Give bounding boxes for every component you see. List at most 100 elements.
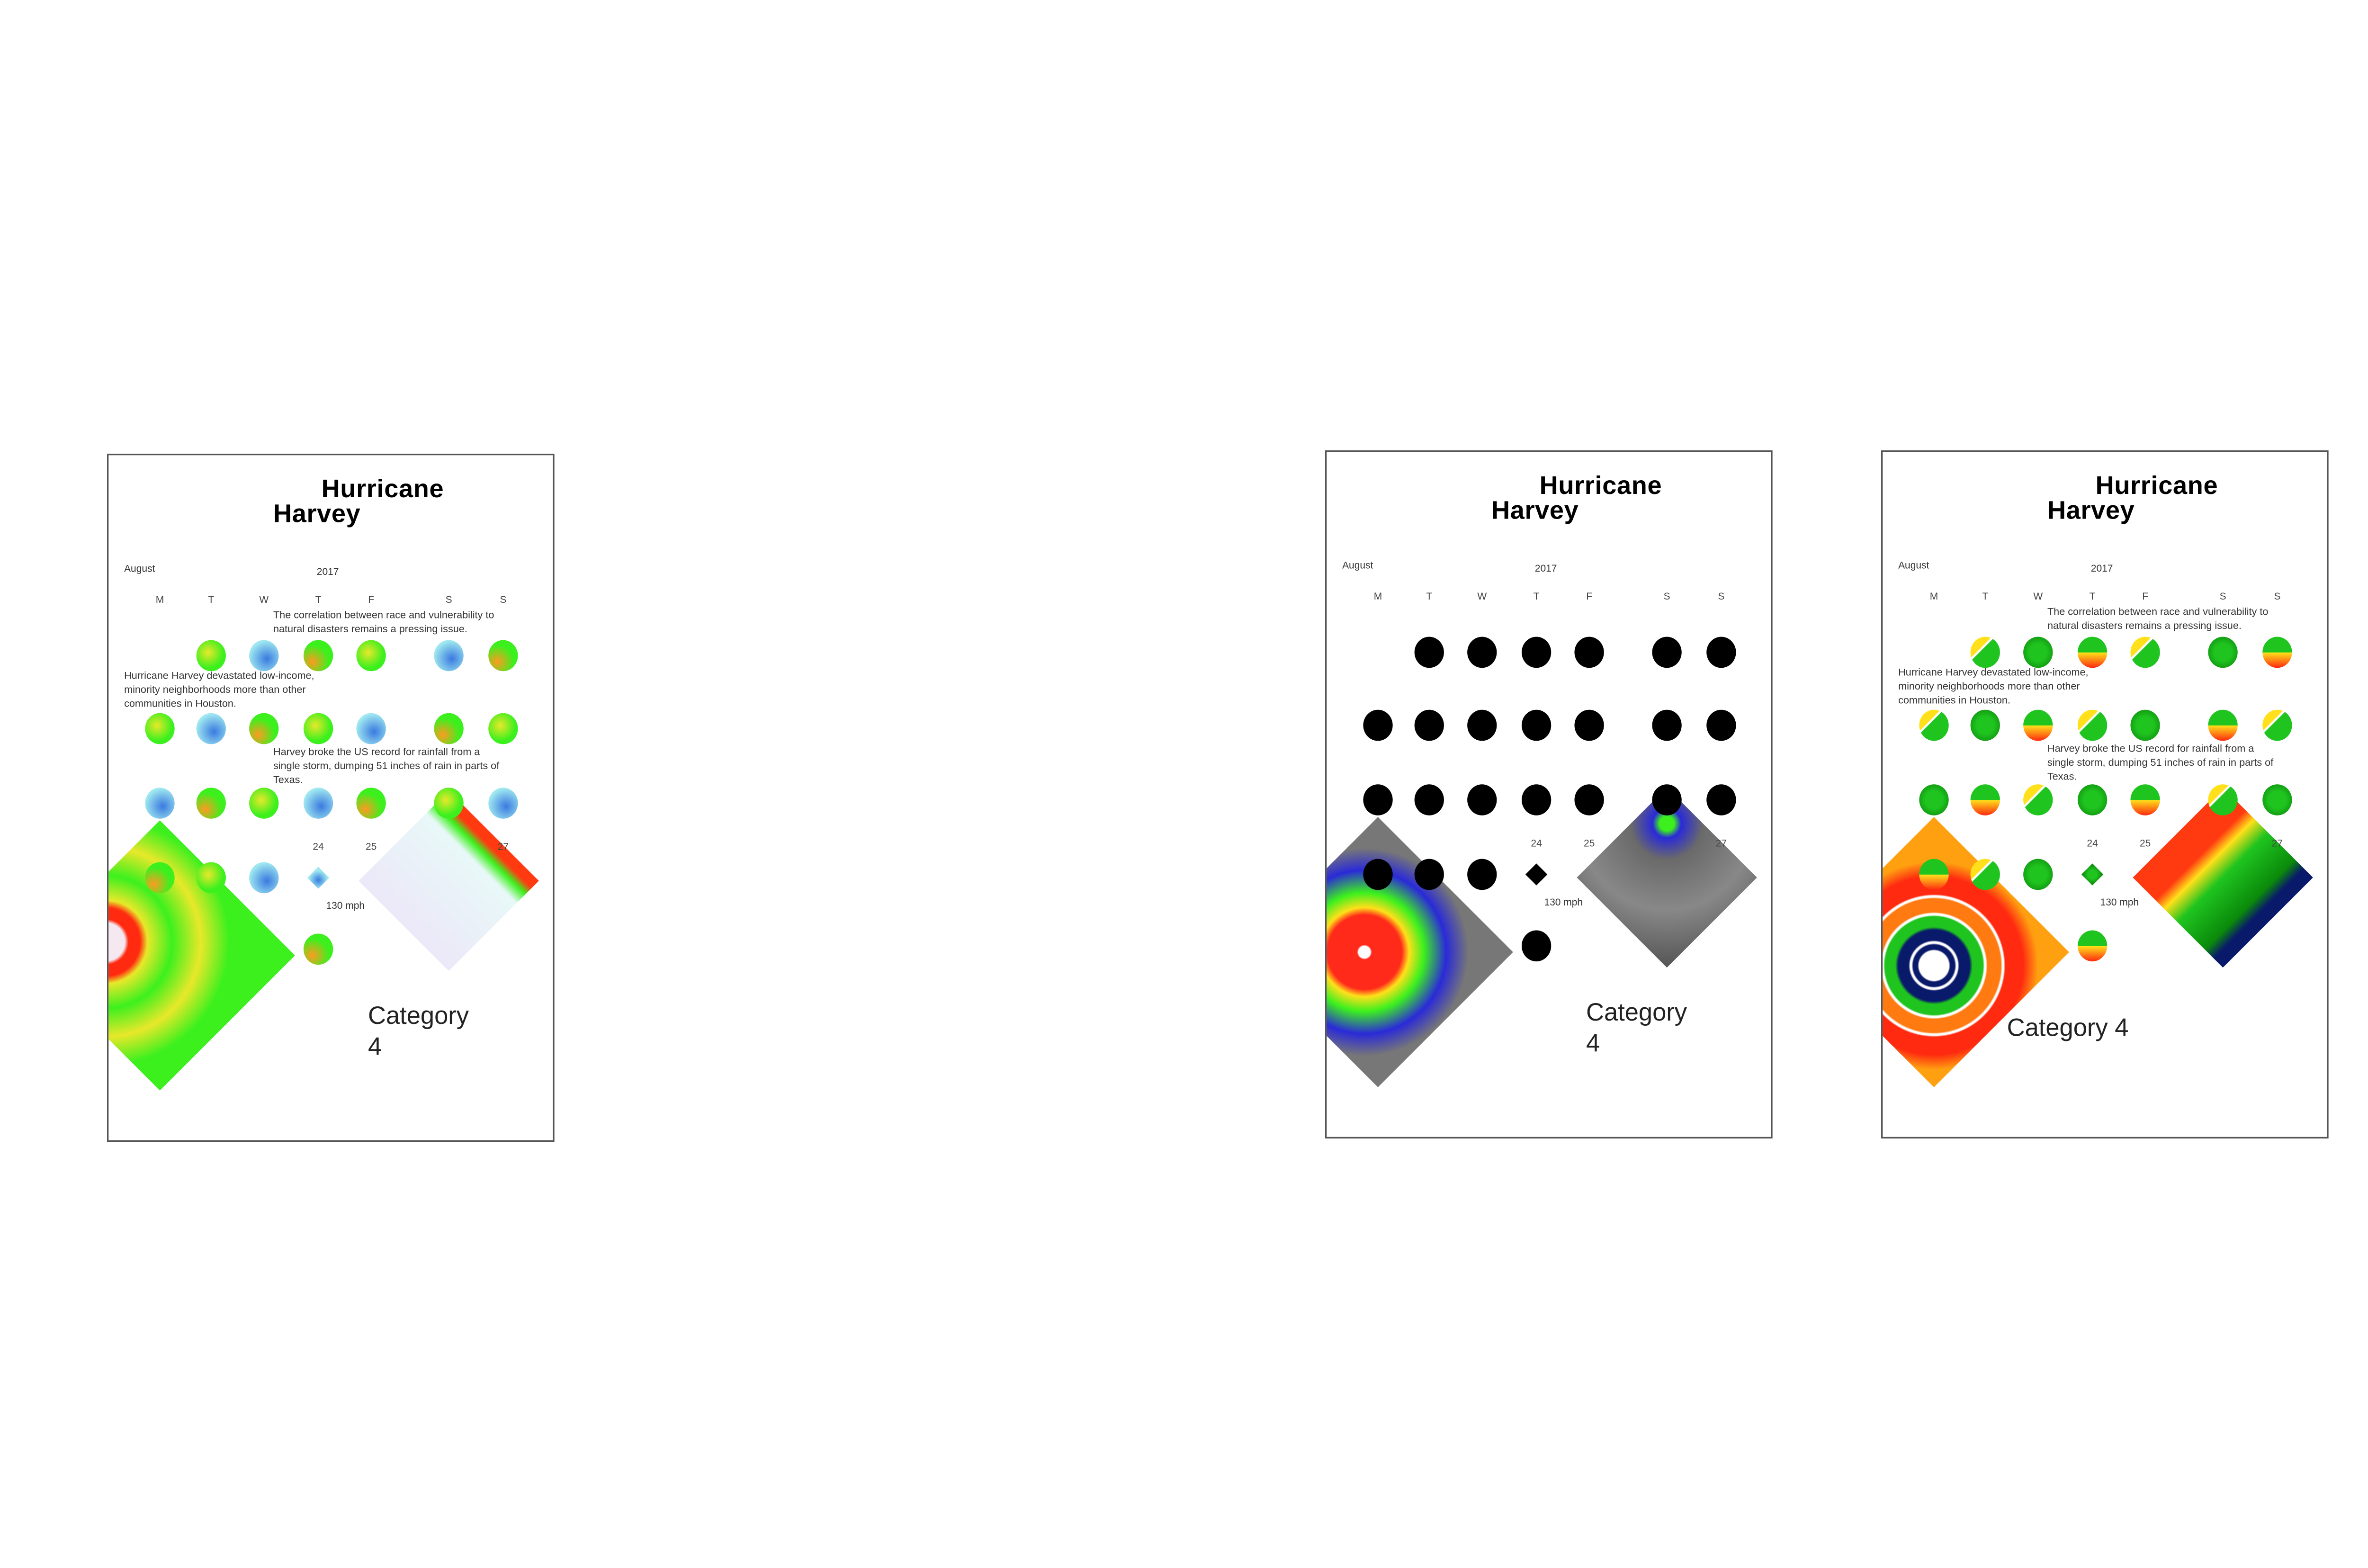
- day-circle: [2023, 636, 2053, 668]
- day-circle: [2208, 784, 2238, 815]
- category-label: Category 4: [2007, 1015, 2129, 1042]
- day-circle: [2262, 784, 2292, 815]
- day-circle: [196, 788, 226, 819]
- day-circle: [196, 713, 226, 744]
- weekday-label: F: [1586, 591, 1593, 603]
- day-circle: [1574, 784, 1604, 815]
- day-circle: [488, 788, 518, 819]
- day-circle: [1363, 859, 1393, 890]
- weekday-label: T: [1533, 591, 1540, 603]
- month-label: August: [124, 564, 155, 575]
- day-circle: [1970, 709, 2000, 741]
- day-circle: [2077, 930, 2108, 962]
- day-circle: [1521, 930, 1552, 962]
- paragraph-2: Hurricane Harvey devastated low-income, …: [124, 671, 314, 710]
- paragraph-1: The correlation between race and vulnera…: [2047, 607, 2269, 632]
- day-circle: [1574, 709, 1604, 741]
- day-circle: [2077, 709, 2108, 741]
- day-circle: [356, 640, 386, 672]
- day-circle: [2208, 636, 2238, 668]
- day-circle: [1652, 709, 1682, 741]
- day-circle: [1706, 636, 1736, 668]
- weekday-label: F: [2142, 591, 2149, 603]
- day-circle: [1467, 709, 1497, 741]
- day-circle: [356, 713, 386, 744]
- day-circle: [196, 862, 226, 894]
- weekday-label: W: [1477, 591, 1487, 603]
- poster-panel: Hurricane Harvey August 2017 M T W T F S S 24 25 27 13…: [1325, 450, 1773, 1139]
- year-label: 2017: [316, 567, 339, 578]
- day-circle: [2130, 784, 2160, 815]
- poster-panel: Hurricane Harvey August 2017 M T W T F S S The corr…: [107, 454, 555, 1142]
- day-circle: [1467, 859, 1497, 890]
- day-circle: [1652, 784, 1682, 815]
- day-circle: [249, 862, 279, 894]
- category-label: Category: [1586, 1000, 1687, 1027]
- date-label: 25: [2139, 839, 2151, 850]
- date-label: 27: [1715, 839, 1727, 850]
- title-line-2: Harvey: [273, 500, 361, 529]
- day-circle: [1706, 784, 1736, 815]
- day-circle: [2023, 709, 2053, 741]
- day-circle: [1970, 636, 2000, 668]
- storm-map-diamond-left: [108, 820, 295, 1091]
- weekday-label: S: [500, 595, 507, 606]
- category-value: 4: [1586, 1031, 1600, 1058]
- day-circle: [2208, 709, 2238, 741]
- paragraph-3: Harvey broke the US record for rainfall …: [273, 747, 500, 786]
- day-circle: [196, 640, 226, 672]
- weekday-label: S: [1718, 591, 1725, 603]
- day-circle: [249, 640, 279, 672]
- weekday-label: T: [2089, 591, 2096, 603]
- day-circle: [1521, 709, 1552, 741]
- weekday-label: M: [155, 595, 164, 606]
- wind-speed-label: 130 mph: [1544, 897, 1583, 909]
- day-circle: [1414, 709, 1444, 741]
- date-label: 27: [497, 842, 509, 853]
- date-label: 27: [2271, 839, 2283, 850]
- title-line-2: Harvey: [2047, 497, 2135, 525]
- day-circle: [1467, 784, 1497, 815]
- day-circle: [2023, 784, 2053, 815]
- date-label: 25: [365, 842, 377, 853]
- day-circle: [488, 640, 518, 672]
- weekday-label: S: [445, 595, 452, 606]
- day-circle: [303, 933, 333, 965]
- weekday-label: S: [1663, 591, 1670, 603]
- date-label: 25: [1583, 839, 1595, 850]
- day-circle: [1414, 859, 1444, 890]
- month-label: August: [1898, 560, 1929, 572]
- day-circle: [2023, 859, 2053, 890]
- month-label: August: [1342, 560, 1373, 572]
- paragraph-2: Hurricane Harvey devastated low-income, …: [1898, 668, 2089, 707]
- day-circle: [434, 788, 464, 819]
- day-circle: [1652, 636, 1682, 668]
- year-label: 2017: [2090, 564, 2113, 575]
- storm-map-diamond-left: [1883, 817, 2069, 1087]
- weekday-label: T: [1426, 591, 1433, 603]
- day-circle: [488, 713, 518, 744]
- paragraph-1: The correlation between race and vulnera…: [273, 610, 494, 636]
- day-circle: [145, 788, 175, 819]
- day-circle: [303, 640, 333, 672]
- day-circle: [1970, 859, 2000, 890]
- year-label: 2017: [1534, 564, 1557, 575]
- day-circle: [2130, 709, 2160, 741]
- day-circle: [1919, 709, 1949, 741]
- day-circle: [1363, 709, 1393, 741]
- day-circle: [145, 862, 175, 894]
- day-circle: [303, 713, 333, 744]
- category-value: 4: [368, 1034, 382, 1061]
- day-24-marker: [2081, 863, 2104, 886]
- paragraph-3: Harvey broke the US record for rainfall …: [2047, 744, 2274, 783]
- weekday-label: W: [259, 595, 269, 606]
- poster-panel: Hurricane Harvey August 2017 M T W T F S S The corr…: [1881, 450, 2329, 1139]
- day-circle: [249, 788, 279, 819]
- day-circle: [356, 788, 386, 819]
- date-label: 24: [313, 842, 324, 853]
- day-circle: [1521, 636, 1552, 668]
- day-circle: [1363, 784, 1393, 815]
- day-circle: [1414, 636, 1444, 668]
- day-circle: [1919, 784, 1949, 815]
- day-24-marker: [307, 867, 330, 889]
